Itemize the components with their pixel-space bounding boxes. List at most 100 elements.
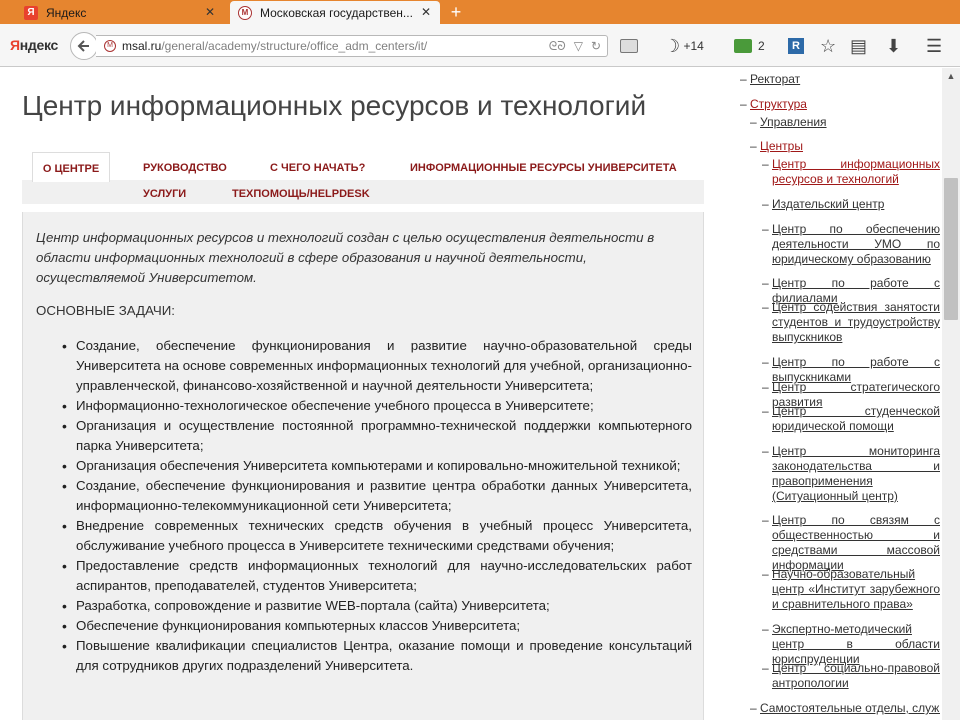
- tab-helpdesk[interactable]: ТЕХПОМОЩЬ/HELPDESK: [232, 188, 370, 200]
- list-item: Разработка, сопровождение и развитие WEB…: [62, 596, 692, 616]
- sidebar-item-comparative-law[interactable]: – Научно-образовательный центр «Институт …: [762, 567, 940, 612]
- page-scrollbar[interactable]: ▲: [942, 68, 960, 720]
- bullet-dash: –: [750, 701, 757, 715]
- sidebar-link[interactable]: Центр содействия занятости студентов и т…: [772, 300, 940, 344]
- weather-widget[interactable]: ☽ +14: [664, 36, 704, 56]
- sidebar-item-it-center[interactable]: – Центр информационных ресурсов и техноло…: [762, 157, 940, 187]
- list-item: Предоставление средств информационных те…: [62, 556, 692, 596]
- sidebar-item-legal-aid[interactable]: – Центр студенческой юридической помощи: [762, 404, 940, 434]
- sidebar-link[interactable]: Управления: [760, 115, 827, 129]
- close-icon[interactable]: ✕: [420, 6, 432, 18]
- tasks-list: Создание, обеспечение функционирования и…: [62, 336, 692, 676]
- menu-icon[interactable]: ☰: [926, 36, 942, 56]
- tab-about[interactable]: О ЦЕНТРЕ: [32, 152, 110, 182]
- sidebar-link[interactable]: Центр по обеспечению деятельности УМО по…: [772, 222, 940, 266]
- bullet-dash: –: [762, 513, 769, 527]
- sidebar-item-structure[interactable]: – Структура: [740, 97, 940, 112]
- yandex-logo[interactable]: Яндекс: [10, 37, 58, 53]
- sidebar-link[interactable]: Центр информационных ресурсов и технолог…: [772, 157, 940, 186]
- bullet-dash: –: [762, 355, 769, 369]
- tab-management[interactable]: РУКОВОДСТВО: [143, 162, 227, 174]
- sidebar-link[interactable]: Самостоятельные отделы, службы: [760, 701, 940, 715]
- tab-content-panel: Центр информационных ресурсов и технолог…: [22, 212, 704, 720]
- sidebar-item-centers[interactable]: – Центры: [750, 139, 940, 154]
- scroll-thumb[interactable]: [944, 178, 958, 320]
- sidebar-link[interactable]: Центр по связям с общественностью и сред…: [772, 513, 940, 572]
- sidebar-item-anthropology[interactable]: – Центр социально-правовой антропологии: [762, 661, 940, 691]
- logo-letter: Я: [10, 37, 20, 53]
- content-tabs: О ЦЕНТРЕ РУКОВОДСТВО С ЧЕГО НАЧАТЬ? ИНФО…: [22, 152, 704, 204]
- sidebar-nav: – Ректорат – Структура – Управления – Центры…: [728, 68, 942, 720]
- yandex-mail-icon: [734, 39, 752, 53]
- site-favicon-icon: М: [104, 40, 116, 52]
- list-item: Обеспечение функционирования компьютерны…: [62, 616, 692, 636]
- msal-icon: М: [238, 5, 252, 20]
- bullet-dash: –: [762, 222, 769, 236]
- r-extension-icon[interactable]: R: [788, 36, 804, 56]
- list-item: Повышение квалификации специалистов Цент…: [62, 636, 692, 676]
- logo-text: ндекс: [19, 37, 59, 53]
- scroll-up-icon[interactable]: ▲: [942, 68, 960, 84]
- list-item: Организация обеспечения Университета ком…: [62, 456, 692, 476]
- address-bar[interactable]: М msal.ru/general/academy/structure/offi…: [96, 35, 608, 57]
- sidebar-item-independent-depts[interactable]: – Самостоятельные отделы, службы: [750, 701, 940, 716]
- bullet-dash: –: [762, 276, 769, 290]
- intro-text: Центр информационных ресурсов и технолог…: [36, 230, 655, 285]
- sidebar-link[interactable]: Научно-образовательный центр «Институт з…: [772, 567, 940, 611]
- sidebar-item-umo[interactable]: – Центр по обеспечению деятельности УМО п…: [762, 222, 940, 267]
- sidebar-link[interactable]: Центры: [760, 139, 803, 153]
- sidebar-item-public-relations[interactable]: – Центр по связям с общественностью и сре…: [762, 513, 940, 573]
- bullet-dash: –: [762, 380, 769, 394]
- sidebar-item-monitoring[interactable]: – Центр мониторинга законодательства и пр…: [762, 444, 940, 504]
- browser-tab-title: Яндекс: [46, 5, 87, 20]
- download-icon[interactable]: ⬇: [886, 36, 901, 56]
- sidebar-link[interactable]: Издательский центр: [772, 197, 884, 211]
- bullet-dash: –: [762, 444, 769, 458]
- sidebar-item-departments[interactable]: – Управления: [750, 115, 940, 130]
- browser-tab-yandex[interactable]: Я Яндекс ✕: [10, 1, 224, 24]
- bullet-dash: –: [740, 72, 747, 86]
- sidebar-item-employment[interactable]: – Центр содействия занятости студентов и …: [762, 300, 940, 345]
- url-tools: ᘓᘐ ▽ ↻: [549, 39, 601, 54]
- new-tab-button[interactable]: +: [446, 2, 466, 22]
- list-item: Информационно-технологическое обеспечени…: [62, 396, 692, 416]
- sidebar-link[interactable]: Ректорат: [750, 72, 800, 86]
- back-button[interactable]: [70, 32, 98, 60]
- list-item: Внедрение современных технических средст…: [62, 516, 692, 556]
- list-item: Создание, обеспечение функционирования и…: [62, 476, 692, 516]
- bookmark-star-icon[interactable]: ☆: [820, 36, 836, 56]
- bullet-dash: –: [762, 404, 769, 418]
- browser-tab-msal[interactable]: М Московская государствен... ✕: [230, 1, 440, 24]
- sidebar-item-publishing[interactable]: – Издательский центр: [762, 197, 940, 212]
- sidebar-link[interactable]: Экспертно-методический центр в области ю…: [772, 622, 940, 666]
- list-item: Создание, обеспечение функционирования и…: [62, 336, 692, 396]
- weather-temp: +14: [683, 39, 704, 53]
- bullet-dash: –: [762, 622, 769, 636]
- sidebar-item-rectorate[interactable]: – Ректорат: [740, 72, 940, 87]
- close-icon[interactable]: ✕: [204, 6, 216, 18]
- tab-info-resources[interactable]: ИНФОРМАЦИОННЫЕ РЕСУРСЫ УНИВЕРСИТЕТА: [410, 162, 677, 174]
- navigation-bar: Яндекс М msal.ru/general/academy/structu…: [0, 24, 960, 67]
- reader-mode-icon[interactable]: ᘓᘐ: [549, 39, 566, 54]
- sidebar-link[interactable]: Структура: [750, 97, 807, 111]
- sidebar-link[interactable]: Центр социально-правовой антропологии: [772, 661, 940, 690]
- arrow-left-icon: [77, 40, 89, 52]
- tab-services[interactable]: УСЛУГИ: [143, 188, 186, 200]
- bullet-dash: –: [750, 115, 757, 129]
- yandex-mail-widget[interactable]: 2: [734, 36, 765, 56]
- bullet-dash: –: [740, 97, 747, 111]
- mail-icon[interactable]: [620, 36, 638, 56]
- page-title: Центр информационных ресурсов и технолог…: [22, 90, 647, 121]
- list-item: Организация и осуществление постоянной п…: [62, 416, 692, 456]
- tab-getting-started[interactable]: С ЧЕГО НАЧАТЬ?: [270, 162, 365, 174]
- reading-list-icon[interactable]: ▤: [850, 36, 867, 56]
- dropdown-icon[interactable]: ▽: [574, 39, 583, 54]
- reload-icon[interactable]: ↻: [591, 39, 601, 54]
- bullet-dash: –: [762, 567, 769, 581]
- sidebar-link[interactable]: Центр мониторинга законодательства и пра…: [772, 444, 940, 503]
- weather-icon: ☽: [664, 36, 681, 56]
- sidebar-link[interactable]: Центр студенческой юридической помощи: [772, 404, 940, 433]
- url-host: msal.ru: [122, 39, 162, 53]
- bullet-dash: –: [762, 300, 769, 314]
- browser-tab-strip: Я Яндекс ✕ М Московская государствен... …: [0, 0, 960, 24]
